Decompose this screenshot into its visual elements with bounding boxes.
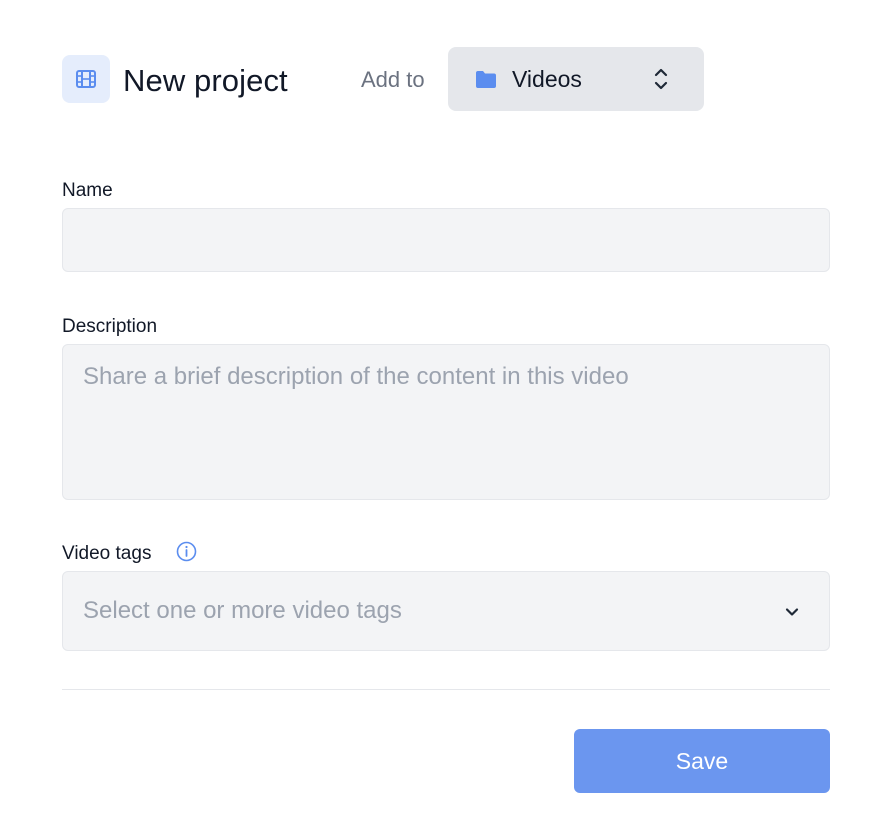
folder-icon (476, 71, 496, 88)
info-icon[interactable] (176, 541, 197, 562)
name-input[interactable] (62, 208, 830, 272)
video-tags-placeholder: Select one or more video tags (83, 597, 402, 624)
description-label: Description (62, 316, 158, 337)
chevron-down-icon (785, 608, 799, 616)
video-tags-select[interactable]: Select one or more video tags (62, 571, 830, 651)
page-title: New project (123, 63, 288, 98)
name-label: Name (62, 180, 113, 201)
description-textarea[interactable]: Share a brief description of the content… (62, 344, 830, 500)
film-icon (62, 55, 110, 103)
dialog-header: New project Add to Videos (62, 47, 830, 111)
folder-select-value: Videos (512, 66, 582, 92)
divider (62, 689, 830, 690)
video-tags-label: Video tags (62, 543, 152, 564)
add-to-label: Add to (361, 67, 425, 92)
save-button[interactable]: Save (574, 729, 830, 793)
folder-select[interactable]: Videos (448, 47, 704, 111)
chevron-up-down-icon (654, 68, 668, 90)
description-placeholder: Share a brief description of the content… (83, 363, 629, 390)
